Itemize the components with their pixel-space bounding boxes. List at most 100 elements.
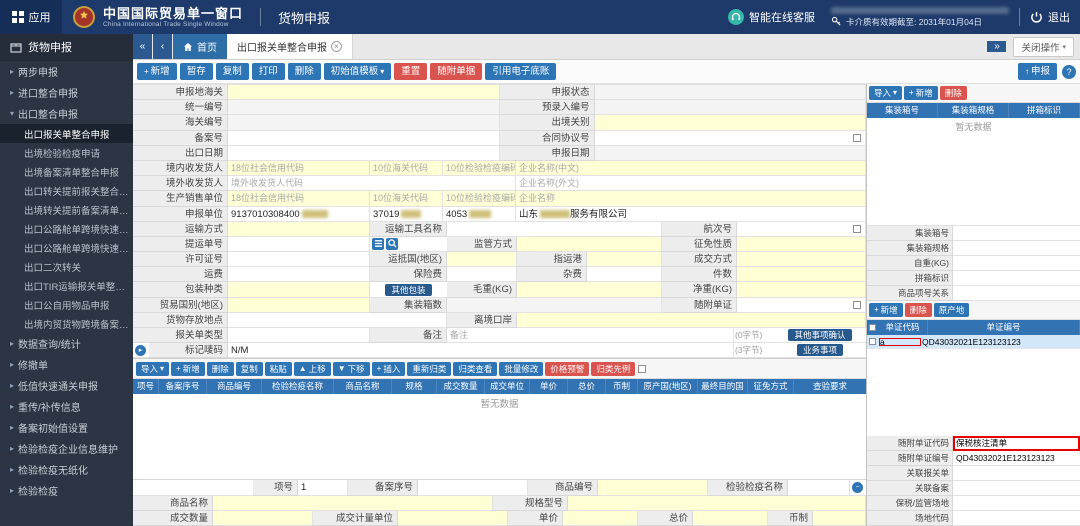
sidebar-item[interactable]: 低值快速通关申报 <box>0 375 133 396</box>
freight-input[interactable] <box>228 267 370 282</box>
attached-docs-checkbox[interactable] <box>853 301 861 309</box>
arrival-country-input[interactable] <box>447 252 517 267</box>
container-toolbar-button[interactable]: 导入▾ <box>869 86 902 100</box>
storage-place-input[interactable] <box>228 313 447 328</box>
container-field-input[interactable] <box>953 226 1080 241</box>
goods-toolbar-button[interactable]: ▲上移 <box>294 362 331 376</box>
goods-column-header[interactable]: 商品名称 <box>334 379 392 394</box>
docs-field-input[interactable]: QD43032021E123123123 <box>953 451 1080 466</box>
container-field-input[interactable] <box>953 256 1080 271</box>
container-field-input[interactable] <box>953 271 1080 286</box>
sidebar-item[interactable]: 进口整合申报 <box>0 82 133 103</box>
domestic-consignor-ciq-code-input[interactable]: 10位检验检疫编码 <box>443 161 516 176</box>
declare-unit-name-input[interactable]: 山东服务有限公司 <box>516 207 866 222</box>
attached-docs-input[interactable] <box>737 298 866 313</box>
goods-column-header[interactable]: 总价 <box>568 379 606 394</box>
tab-close-icon[interactable]: × <box>331 41 342 52</box>
goods-column-header[interactable]: 备案序号 <box>159 379 207 394</box>
toolbar-button[interactable]: 复制 <box>216 63 249 80</box>
declare-unit-customs-code-input[interactable]: 37019 <box>370 207 443 222</box>
sidebar-item[interactable]: 出口报关单整合申报 <box>0 124 133 143</box>
toolbar-button[interactable]: 随附单据 <box>430 63 482 80</box>
docs-field-input[interactable] <box>953 466 1080 481</box>
goods-column-header[interactable]: 项号 <box>133 379 159 394</box>
contract-no-input[interactable] <box>595 131 867 146</box>
doc-code-cell[interactable]: a <box>878 337 922 347</box>
sidebar-item[interactable]: 数据查询/统计 <box>0 333 133 354</box>
gross-weight-input[interactable] <box>517 282 662 297</box>
goods-toolbar-button[interactable]: 归类先例 <box>591 362 635 376</box>
goods-toolbar-button[interactable]: 复制 <box>236 362 263 376</box>
domestic-consignor-credit-code-input[interactable]: 18位社会信用代码 <box>228 161 370 176</box>
marks-input[interactable]: N/M <box>228 343 734 358</box>
online-service-button[interactable]: 智能在线客服 <box>728 9 815 25</box>
sidebar-item[interactable]: 出口公路舱单跨境快速通关 <box>0 219 133 238</box>
goods-column-header[interactable]: 征免方式 <box>748 379 794 394</box>
docs-toolbar-button[interactable]: 删除 <box>905 303 932 317</box>
sidebar-item[interactable]: 出境转关提前备案清单整合 <box>0 200 133 219</box>
toolbar-button[interactable]: 重置 <box>394 63 427 80</box>
declare-customs-input[interactable] <box>228 85 500 100</box>
license-no-input[interactable] <box>228 252 370 267</box>
tab-scroll-left-button[interactable]: ‹ <box>153 34 173 59</box>
destination-port-input[interactable] <box>587 252 662 267</box>
tab-home[interactable]: 首页 <box>173 34 227 59</box>
record-no-input[interactable] <box>228 131 500 146</box>
trade-country-input[interactable] <box>228 298 370 313</box>
app-menu-button[interactable]: 应用 <box>0 0 62 34</box>
sidebar-item[interactable]: 出口公路舱单跨境快速通关 <box>0 238 133 257</box>
container-field-input[interactable] <box>953 286 1080 301</box>
docs-field-input[interactable] <box>953 481 1080 496</box>
item-no-input[interactable]: 1 <box>298 480 348 495</box>
production-unit-name-input[interactable]: 企业名称 <box>516 191 866 206</box>
doc-row-checkbox[interactable] <box>869 338 876 345</box>
goods-column-header[interactable]: 成交数量 <box>437 379 485 394</box>
sidebar-item[interactable]: 出境备案清单整合申报 <box>0 162 133 181</box>
goods-toolbar-button[interactable]: 重新归类 <box>407 362 451 376</box>
goods-toolbar-button[interactable]: 导入▾ <box>136 362 169 376</box>
currency-input[interactable] <box>813 511 866 526</box>
sidebar-item[interactable]: 检验检疫无纸化 <box>0 459 133 480</box>
goods-toolbar-button[interactable]: 批量修改 <box>499 362 543 376</box>
toolbar-button[interactable]: 初始值模板▾ <box>324 63 392 80</box>
sidebar-item[interactable]: 重传/补传信息 <box>0 396 133 417</box>
goods-toolbar-button[interactable]: 粘贴 <box>265 362 292 376</box>
logout-button[interactable]: 退出 <box>1030 9 1070 25</box>
sidebar-item[interactable]: 出口公自用物品申报 <box>0 295 133 314</box>
qty-input[interactable] <box>213 511 313 526</box>
overseas-consignee-code-input[interactable]: 境外收发货人代码 <box>228 176 516 191</box>
package-type-input[interactable] <box>228 282 370 297</box>
voyage-no-input[interactable] <box>737 222 866 237</box>
toolbar-button[interactable]: 删除 <box>288 63 321 80</box>
domestic-consignor-customs-code-input[interactable]: 10位海关代码 <box>370 161 443 176</box>
unit-price-input[interactable] <box>563 511 638 526</box>
goods-toolbar-button[interactable]: +新增 <box>171 362 205 376</box>
toolbar-button[interactable]: +新增 <box>137 63 177 80</box>
container-toolbar-button[interactable]: 删除 <box>940 86 967 100</box>
export-date-input[interactable] <box>228 146 500 161</box>
contract-no-checkbox[interactable] <box>853 134 861 142</box>
doc-number-cell[interactable]: QD43032021E123123123 <box>922 337 1080 347</box>
expand-marks-icon[interactable]: ▸ <box>135 345 146 356</box>
goods-column-header[interactable]: 规格 <box>392 379 437 394</box>
goods-name-input[interactable] <box>213 496 493 511</box>
docs-select-all-checkbox[interactable] <box>869 324 876 331</box>
toolbar-button[interactable]: 引用电子底账 <box>485 63 556 80</box>
goods-column-header[interactable]: 最终目的国 <box>698 379 748 394</box>
unit-input[interactable] <box>398 511 508 526</box>
goods-column-header[interactable]: 原产国(地区) <box>638 379 698 394</box>
goods-toolbar-button[interactable]: +插入 <box>372 362 406 376</box>
goods-code-input[interactable] <box>598 480 708 495</box>
pieces-input[interactable] <box>737 267 866 282</box>
docs-table-row[interactable]: a QD43032021E123123123 <box>867 335 1080 349</box>
declare-unit-credit-code-input[interactable]: 9137010308400 <box>228 207 370 222</box>
supervision-mode-input[interactable] <box>517 237 662 252</box>
sidebar-item[interactable]: 出境内贸货物跨境备案清单 <box>0 314 133 333</box>
docs-toolbar-button[interactable]: +新增 <box>869 303 903 317</box>
sidebar-item[interactable]: 两步申报 <box>0 61 133 82</box>
transport-mode-input[interactable] <box>228 222 370 237</box>
ciq-name-input[interactable] <box>788 480 850 495</box>
overseas-consignee-name-input[interactable]: 企业名称(外文) <box>516 176 866 191</box>
tab-scroll-first-button[interactable]: « <box>133 34 153 59</box>
transport-name-input[interactable] <box>447 222 662 237</box>
